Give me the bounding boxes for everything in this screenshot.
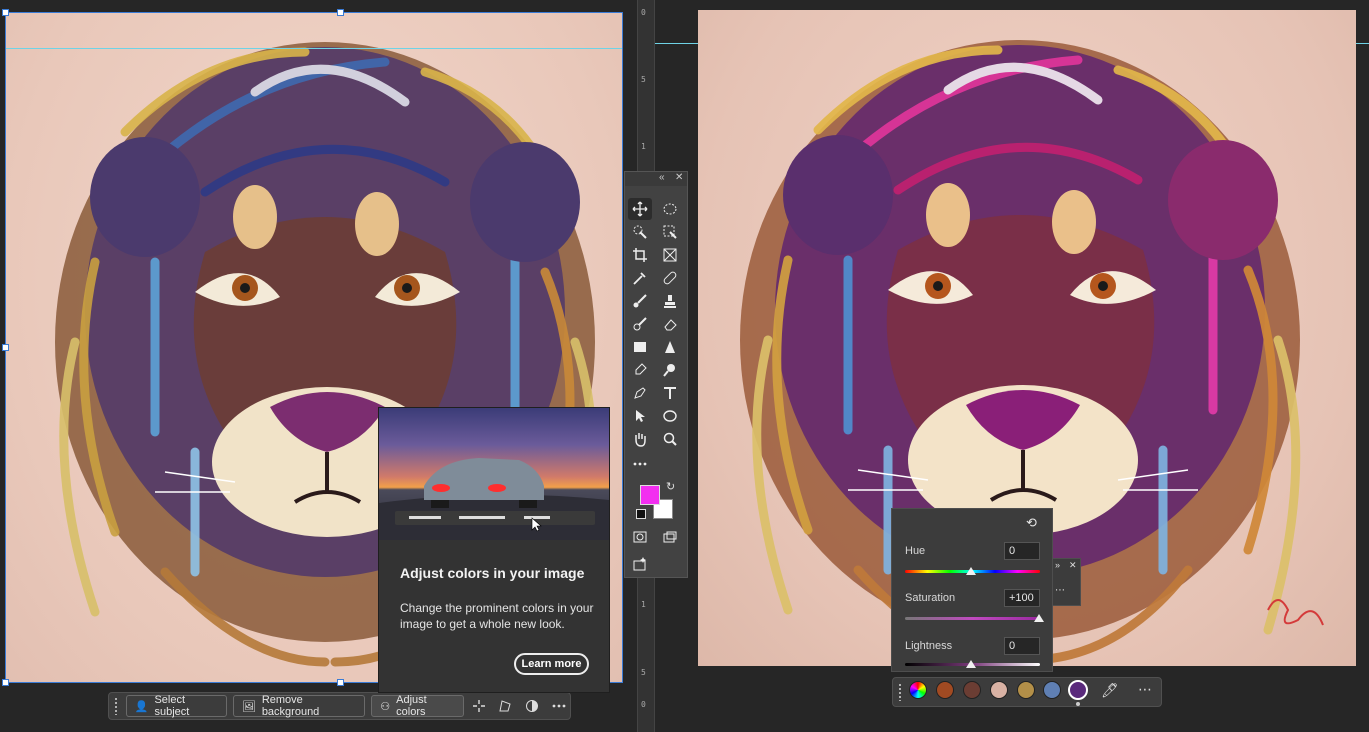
ellipse-shape-icon[interactable] <box>658 405 682 427</box>
drag-handle-icon[interactable] <box>114 697 118 715</box>
color-swatch[interactable] <box>1017 681 1035 699</box>
adjust-colors-icon: ⚇ <box>380 700 391 713</box>
ruler-tick: 1 <box>641 600 646 609</box>
remove-background-button[interactable]: 🖼 Remove background <box>232 694 366 718</box>
clone-stamp-icon[interactable] <box>658 290 682 312</box>
hue-label: Hue <box>905 545 926 557</box>
path-selection-icon[interactable] <box>628 405 652 427</box>
image-icon: 🖼 <box>241 700 256 713</box>
adjust-colors-button[interactable]: ⚇ Adjust colors <box>371 694 464 718</box>
transform-icon[interactable] <box>494 695 517 717</box>
panel-side-tab: » ✕ ⋯ <box>1053 558 1081 606</box>
zoom-icon[interactable] <box>658 428 682 450</box>
remove-background-label: Remove background <box>261 694 320 718</box>
saturation-slider[interactable] <box>905 617 1040 620</box>
history-brush-icon[interactable] <box>628 313 652 335</box>
more-options-icon[interactable] <box>547 695 570 717</box>
close-icon[interactable]: ✕ <box>675 172 683 183</box>
eyedropper-icon[interactable] <box>628 267 652 289</box>
select-subject-button[interactable]: 👤 Select subject <box>125 694 227 718</box>
collapse-icon[interactable]: » <box>1055 560 1060 570</box>
learn-more-button[interactable]: Learn more <box>514 653 589 675</box>
transform-handle-bottom-left[interactable] <box>2 679 9 686</box>
collapse-icon[interactable]: « <box>659 172 665 183</box>
color-swatch[interactable] <box>936 681 954 699</box>
blur-icon[interactable] <box>658 336 682 358</box>
transform-handle-top[interactable] <box>337 9 344 16</box>
transform-handle-top-left[interactable] <box>2 9 9 16</box>
selected-indicator <box>1076 702 1080 706</box>
swap-colors-icon[interactable]: ↻ <box>666 480 675 493</box>
saturation-label: Saturation <box>905 592 956 604</box>
elliptical-marquee-icon[interactable] <box>658 198 682 220</box>
hue-slider-thumb[interactable] <box>966 567 976 575</box>
tooltip-preview-video <box>379 408 609 540</box>
eraser-icon[interactable] <box>658 313 682 335</box>
hand-icon[interactable] <box>628 428 652 450</box>
foreground-color-swatch[interactable] <box>640 485 660 505</box>
crop-icon[interactable] <box>628 244 652 266</box>
saturation-value-field[interactable]: +100 <box>1004 589 1040 607</box>
default-colors-icon[interactable] <box>636 509 646 519</box>
close-icon[interactable]: ✕ <box>1069 560 1077 571</box>
ruler-tick: 0 <box>641 8 646 17</box>
lightness-label: Lightness <box>905 640 953 652</box>
transform-handle-left[interactable] <box>2 344 9 351</box>
adjust-colors-panel: ⟲ Hue 0 Saturation +100 Lightness 0 <box>891 508 1053 672</box>
adjust-colors-label: Adjust colors <box>396 694 427 718</box>
object-selection-icon[interactable] <box>658 221 682 243</box>
pen-icon[interactable] <box>628 382 652 404</box>
select-subject-label: Select subject <box>154 694 190 718</box>
generative-icon[interactable] <box>628 553 652 575</box>
smudge-icon[interactable] <box>658 359 682 381</box>
transform-handle-bottom[interactable] <box>337 679 344 686</box>
type-icon[interactable] <box>658 382 682 404</box>
color-wheel-icon[interactable] <box>909 681 927 699</box>
brush-icon[interactable] <box>628 290 652 312</box>
eyedropper-icon[interactable]: 🖊 <box>1101 682 1119 699</box>
spot-healing-icon[interactable] <box>658 267 682 289</box>
lightness-value-field[interactable]: 0 <box>1004 637 1040 655</box>
ruler-tick: 0 <box>641 700 646 709</box>
color-swatch[interactable] <box>990 681 1008 699</box>
saturation-slider-thumb[interactable] <box>1034 614 1044 622</box>
more-tools-icon[interactable] <box>628 453 652 475</box>
lightness-slider-thumb[interactable] <box>966 660 976 668</box>
tools-panel-header[interactable]: « ✕ <box>625 172 687 186</box>
color-swatch[interactable] <box>1043 681 1061 699</box>
quick-selection-icon[interactable] <box>628 221 652 243</box>
quick-mask-icon[interactable] <box>628 526 652 548</box>
frame-icon[interactable] <box>658 244 682 266</box>
tooltip-body: Change the prominent colors in your imag… <box>400 601 594 631</box>
screen-mode-icon[interactable] <box>658 526 682 548</box>
select-subject-icon: 👤 <box>134 700 149 713</box>
move-icon[interactable] <box>628 198 652 220</box>
hue-value-field[interactable]: 0 <box>1004 542 1040 560</box>
more-options-icon[interactable]: ⋯ <box>1138 681 1153 698</box>
ruler-tick: 5 <box>641 75 646 84</box>
sparkle-icon[interactable] <box>468 695 491 717</box>
contextual-task-bar: 👤 Select subject 🖼 Remove background ⚇ A… <box>108 692 571 720</box>
color-swatch-selected[interactable] <box>1068 680 1088 700</box>
color-swatch[interactable] <box>963 681 981 699</box>
feature-tooltip: Adjust colors in your image Change the p… <box>378 407 610 693</box>
tools-panel: « ✕ ↻ <box>624 171 688 578</box>
panel-menu-icon[interactable]: ⋯ <box>1055 585 1065 596</box>
tooltip-title: Adjust colors in your image <box>400 565 585 581</box>
ruler-tick: 1 <box>641 142 646 151</box>
reset-icon[interactable]: ⟲ <box>1026 515 1037 531</box>
ruler-tick: 5 <box>641 668 646 677</box>
gradient-icon[interactable] <box>628 336 652 358</box>
drag-handle-icon[interactable] <box>898 683 902 701</box>
dodge-icon[interactable] <box>628 359 652 381</box>
adjustment-layer-icon[interactable] <box>521 695 544 717</box>
